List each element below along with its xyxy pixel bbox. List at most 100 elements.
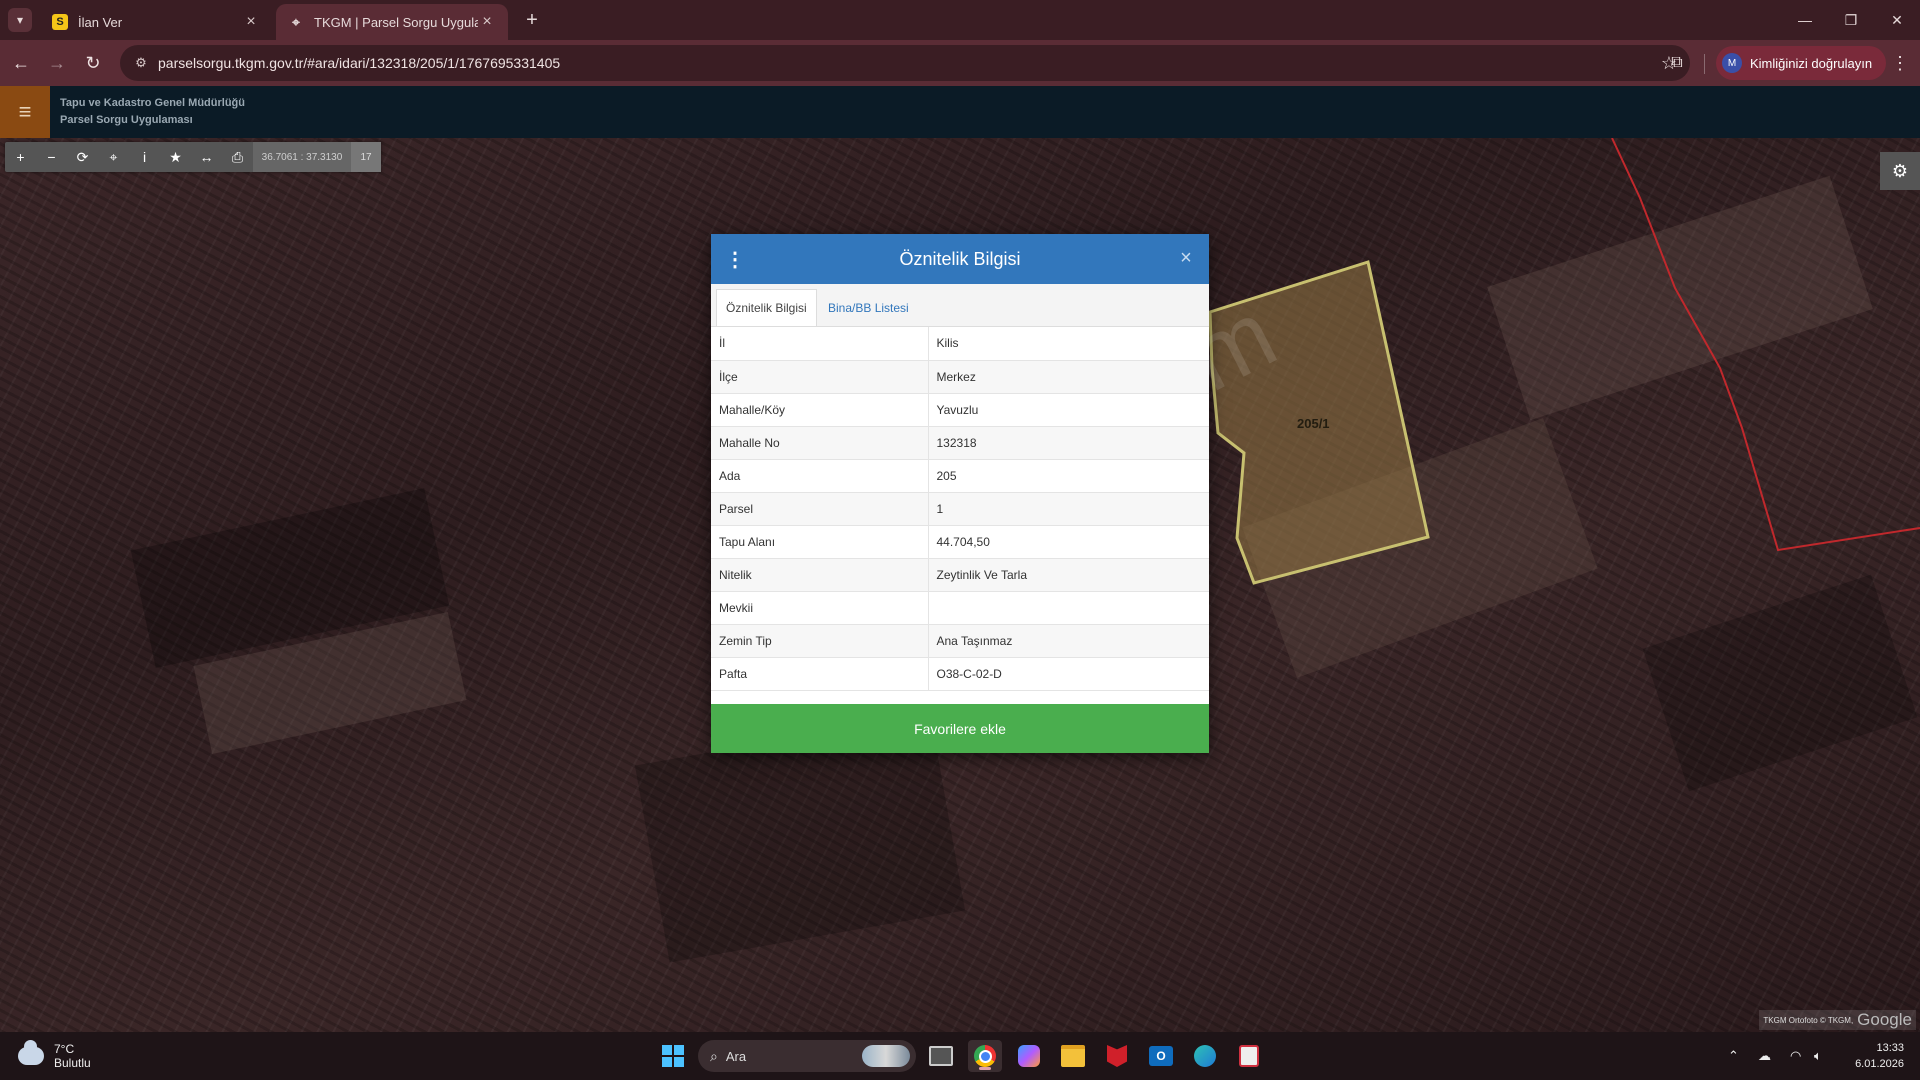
browser-menu-icon[interactable]: ⋮: [1888, 48, 1912, 78]
search-icon: ⌕: [710, 1047, 718, 1064]
toolbar-divider: [1704, 54, 1705, 74]
attribute-value: O38-C-02-D: [928, 657, 1209, 691]
zoom-level: 17: [351, 142, 381, 172]
weather-condition: Bulutlu: [54, 1056, 91, 1070]
tab-bina-bb-listesi[interactable]: Bina/BB Listesi: [819, 289, 918, 326]
location-pin-icon: ⌖: [292, 13, 300, 30]
outlook-icon[interactable]: O: [1144, 1040, 1178, 1072]
volume-icon[interactable]: 🔈︎: [1814, 1032, 1822, 1080]
tab-title: TKGM | Parsel Sorgu Uygulaması: [314, 14, 478, 30]
edge-icon[interactable]: [1188, 1040, 1222, 1072]
attribute-key: Mahalle/Köy: [711, 393, 929, 427]
attribute-value: [928, 591, 1209, 625]
add-to-favorites-button[interactable]: Favorilere ekle: [711, 704, 1209, 753]
attribute-value: Yavuzlu: [928, 393, 1209, 427]
show-hidden-icons-icon[interactable]: ⌃: [1728, 1032, 1739, 1080]
attribute-key: Tapu Alanı: [711, 525, 929, 559]
hamburger-menu-icon[interactable]: ≡: [0, 86, 50, 138]
modal-tabs: Öznitelik Bilgisi Bina/BB Listesi: [711, 284, 1209, 327]
new-tab-button[interactable]: +: [520, 8, 544, 32]
mcafee-icon[interactable]: [1100, 1040, 1134, 1072]
google-logo: Google: [1857, 1010, 1912, 1029]
table-row: Nitelik Zeytinlik Ve Tarla: [711, 558, 1209, 592]
info-icon[interactable]: i: [129, 142, 160, 172]
windows-start-icon[interactable]: [656, 1040, 690, 1072]
chrome-icon[interactable]: [968, 1040, 1002, 1072]
search-highlight-image: [862, 1045, 910, 1067]
attribute-table: İl Kilis İlçe Merkez Mahalle/Köy Yavuzlu Mahal…: [711, 327, 1209, 691]
locate-icon[interactable]: ⌖: [98, 142, 129, 172]
attribute-value: 205: [928, 459, 1209, 493]
attribute-value: Zeytinlik Ve Tarla: [928, 558, 1209, 592]
windows-taskbar: 7°C Bulutlu ⌕ Ara O ⌃ ☁ ◠ 🔈︎ 13:33 6.01.…: [0, 1032, 1920, 1080]
org-title: Tapu ve Kadastro Genel Müdürlüğü Parsel …: [60, 95, 245, 129]
tab-title: İlan Ver: [78, 14, 123, 30]
back-icon[interactable]: ←: [6, 48, 36, 78]
attribute-value: Merkez: [928, 360, 1209, 394]
zoom-in-icon[interactable]: +: [5, 142, 36, 172]
profile-button[interactable]: M Kimliğinizi doğrulayın: [1716, 46, 1887, 80]
attribute-key: Nitelik: [711, 558, 929, 592]
map-toolbar: + − ⟳ ⌖ i ★ ↔ ⎙ 36.7061 : 37.3130 17: [5, 142, 381, 172]
attribute-key: Ada: [711, 459, 929, 493]
measure-icon[interactable]: ↔: [191, 142, 222, 172]
tab-tkgm[interactable]: ⌖ TKGM | Parsel Sorgu Uygulaması ×: [276, 4, 508, 40]
wifi-icon[interactable]: ◠: [1790, 1032, 1801, 1080]
table-row: Mahalle No 132318: [711, 426, 1209, 460]
sahibinden-favicon-icon: S: [52, 14, 68, 30]
table-row: Ada 205: [711, 459, 1209, 493]
copilot-icon[interactable]: [1012, 1040, 1046, 1072]
attribute-key: Mevkii: [711, 591, 929, 625]
profile-label: Kimliğinizi doğrulayın: [1750, 55, 1873, 71]
zoom-out-icon[interactable]: −: [36, 142, 67, 172]
modal-close-icon[interactable]: ×: [1175, 246, 1197, 270]
clock-time: 13:33: [1876, 1042, 1904, 1054]
temperature: 7°C: [54, 1042, 75, 1056]
url-text[interactable]: parselsorgu.tkgm.gov.tr/#ara/idari/13231…: [158, 55, 1654, 71]
attribute-value: Kilis: [928, 327, 1209, 361]
attribute-key: Mahalle No: [711, 426, 929, 460]
system-clock[interactable]: 13:33 6.01.2026: [1855, 1040, 1904, 1072]
attribute-key: Parsel: [711, 492, 929, 526]
window-close-icon[interactable]: ✕: [1874, 0, 1920, 40]
close-tab-icon[interactable]: ×: [242, 13, 260, 31]
map-attribution: TKGM Ortofoto © TKGM, Google: [1759, 1010, 1916, 1030]
file-explorer-icon[interactable]: [1056, 1040, 1090, 1072]
attribute-key: Pafta: [711, 657, 929, 691]
minimize-icon[interactable]: —: [1782, 0, 1828, 40]
tab-oznitelik-bilgisi[interactable]: Öznitelik Bilgisi: [716, 289, 817, 326]
address-bar[interactable]: ⚙ parselsorgu.tkgm.gov.tr/#ara/idari/132…: [120, 45, 1690, 81]
forward-icon[interactable]: →: [42, 48, 72, 78]
tab-search-button[interactable]: ▾: [8, 8, 32, 32]
extensions-icon[interactable]: ⧉: [1662, 48, 1692, 78]
clock-date: 6.01.2026: [1855, 1058, 1904, 1070]
snipping-tool-icon[interactable]: [1232, 1040, 1266, 1072]
app-header: ≡ Tapu ve Kadastro Genel Müdürlüğü Parse…: [0, 86, 1920, 138]
tab-ilan-ver[interactable]: S İlan Ver ×: [40, 4, 272, 40]
table-row: Parsel 1: [711, 492, 1209, 526]
taskbar-search[interactable]: ⌕ Ara: [698, 1040, 916, 1072]
attribute-value: 132318: [928, 426, 1209, 460]
weather-widget[interactable]: 7°C Bulutlu: [18, 1040, 91, 1070]
attribute-info-modal: ⋮ Öznitelik Bilgisi × Öznitelik Bilgisi …: [711, 234, 1209, 753]
attribute-key: İlçe: [711, 360, 929, 394]
attribute-value: Ana Taşınmaz: [928, 624, 1209, 658]
map-settings-gear-icon[interactable]: ⚙: [1880, 152, 1920, 190]
refresh-icon[interactable]: ⟳: [67, 142, 98, 172]
site-info-icon[interactable]: ⚙: [128, 55, 154, 71]
print-icon[interactable]: ⎙: [222, 142, 253, 172]
favorites-star-icon[interactable]: ★: [160, 142, 191, 172]
close-tab-icon[interactable]: ×: [478, 13, 496, 31]
avatar: M: [1722, 53, 1742, 73]
onedrive-icon[interactable]: ☁: [1758, 1032, 1771, 1080]
app-name: Parsel Sorgu Uygulaması: [60, 114, 193, 126]
modal-header: ⋮ Öznitelik Bilgisi ×: [711, 234, 1209, 284]
browser-toolbar: ← → ↻ ⚙ parselsorgu.tkgm.gov.tr/#ara/ida…: [0, 40, 1920, 86]
org-name: Tapu ve Kadastro Genel Müdürlüğü: [60, 97, 245, 109]
coordinate-readout: 36.7061 : 37.3130: [253, 142, 351, 172]
task-view-icon[interactable]: [924, 1040, 958, 1072]
table-row: İl Kilis: [711, 327, 1209, 361]
reload-icon[interactable]: ↻: [78, 48, 108, 78]
restore-icon[interactable]: ❐: [1828, 0, 1874, 40]
search-placeholder: Ara: [725, 1048, 747, 1064]
